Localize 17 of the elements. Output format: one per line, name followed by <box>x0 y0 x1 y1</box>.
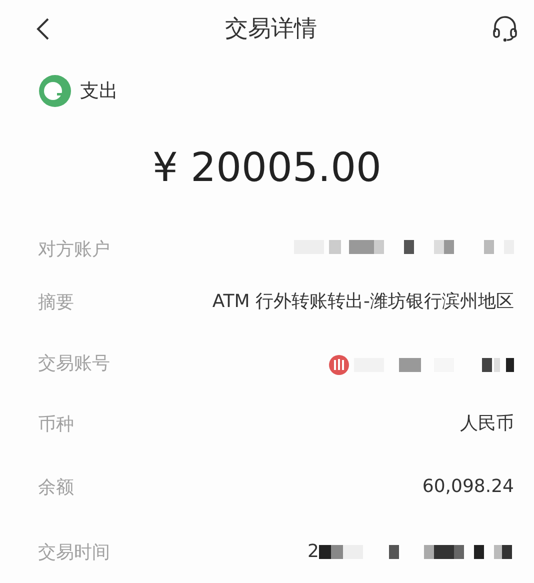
field-label: 币种 <box>38 413 75 437</box>
expense-icon <box>38 74 72 108</box>
field-label: 余额 <box>38 476 75 500</box>
transaction-type: 支出 <box>80 78 118 104</box>
bank-logo-icon <box>328 354 350 376</box>
field-value: 60,098.24 <box>422 475 514 499</box>
field-label: 交易账号 <box>38 352 111 376</box>
field-value: 人民币 <box>460 412 514 436</box>
field-value: 2 <box>308 540 319 564</box>
page-title: 交易详情 <box>225 14 317 44</box>
field-label: 摘要 <box>38 291 75 315</box>
field-label: 交易时间 <box>38 541 111 565</box>
field-value: ATM 行外转账转出-潍坊银行滨州地区 <box>212 290 514 314</box>
amount: ¥ 20005.00 <box>151 144 383 193</box>
field-label: 对方账户 <box>38 238 111 262</box>
back-icon[interactable] <box>36 17 50 41</box>
headset-icon[interactable] <box>492 15 518 43</box>
